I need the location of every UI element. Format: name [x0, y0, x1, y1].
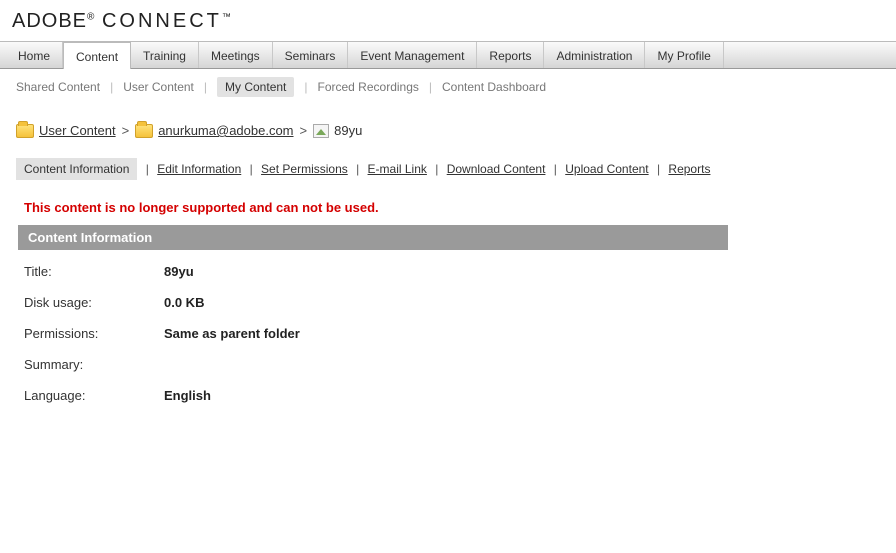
main-tab-content[interactable]: Content: [63, 42, 131, 69]
info-row: Disk usage:0.0 KB: [18, 287, 878, 318]
action-set-permissions[interactable]: Set Permissions: [261, 162, 348, 176]
section-header: Content Information: [18, 225, 728, 250]
file-icon: [313, 124, 329, 138]
sub-nav: Shared Content | User Content | My Content | F…: [0, 69, 896, 105]
main-tab-home[interactable]: Home: [6, 42, 63, 68]
warning-message: This content is no longer supported and …: [0, 186, 896, 225]
subnav-separator: |: [110, 80, 113, 94]
info-row: Title:89yu: [18, 256, 878, 287]
main-tab-my-profile[interactable]: My Profile: [645, 42, 723, 68]
main-tab-reports[interactable]: Reports: [477, 42, 544, 68]
brand-name: ADOBE: [12, 10, 87, 32]
info-value: 89yu: [164, 264, 194, 279]
action-reports[interactable]: Reports: [668, 162, 710, 176]
info-row: Permissions:Same as parent folder: [18, 318, 878, 349]
folder-icon: [135, 124, 153, 138]
breadcrumb-item: 89yu: [334, 123, 362, 138]
breadcrumb-separator: >: [300, 123, 308, 138]
main-tab-event-management[interactable]: Event Management: [348, 42, 477, 68]
info-value: 0.0 KB: [164, 295, 204, 310]
subnav-separator: |: [304, 80, 307, 94]
action-separator: |: [142, 162, 152, 176]
info-label: Disk usage:: [24, 295, 164, 310]
brand-product: CONNECT: [102, 10, 222, 32]
subnav-item-my-content[interactable]: My Content: [217, 77, 294, 97]
info-row: Language:English: [18, 380, 878, 411]
action-separator: |: [550, 162, 560, 176]
action-separator: |: [654, 162, 664, 176]
action-bar: Content Information | Edit Information |…: [0, 152, 896, 186]
content-info-table: Title:89yuDisk usage:0.0 KBPermissions:S…: [18, 256, 878, 411]
main-nav: HomeContentTrainingMeetingsSeminarsEvent…: [0, 41, 896, 69]
action-separator: |: [432, 162, 442, 176]
info-value: English: [164, 388, 211, 403]
breadcrumb: User Content > anurkuma@adobe.com >89yu: [0, 105, 896, 152]
main-tab-administration[interactable]: Administration: [544, 42, 645, 68]
subnav-item-forced-recordings[interactable]: Forced Recordings: [318, 80, 419, 94]
brand-logo: ADOBE® CONNECT™: [0, 0, 896, 41]
main-tab-training[interactable]: Training: [131, 42, 199, 68]
main-tab-seminars[interactable]: Seminars: [273, 42, 349, 68]
action-e-mail-link[interactable]: E-mail Link: [368, 162, 427, 176]
info-value: Same as parent folder: [164, 326, 300, 341]
action-separator: |: [353, 162, 363, 176]
info-label: Title:: [24, 264, 164, 279]
subnav-item-shared-content[interactable]: Shared Content: [16, 80, 100, 94]
action-separator: |: [246, 162, 256, 176]
subnav-item-user-content[interactable]: User Content: [123, 80, 194, 94]
breadcrumb-item[interactable]: anurkuma@adobe.com: [158, 123, 293, 138]
info-label: Summary:: [24, 357, 164, 372]
info-row: Summary:: [18, 349, 878, 380]
subnav-separator: |: [204, 80, 207, 94]
action-upload-content[interactable]: Upload Content: [565, 162, 648, 176]
info-label: Language:: [24, 388, 164, 403]
info-label: Permissions:: [24, 326, 164, 341]
breadcrumb-separator: >: [122, 123, 130, 138]
action-download-content[interactable]: Download Content: [447, 162, 546, 176]
action-content-information[interactable]: Content Information: [16, 158, 137, 180]
folder-icon: [16, 124, 34, 138]
subnav-separator: |: [429, 80, 432, 94]
subnav-item-content-dashboard[interactable]: Content Dashboard: [442, 80, 546, 94]
action-edit-information[interactable]: Edit Information: [157, 162, 241, 176]
main-tab-meetings[interactable]: Meetings: [199, 42, 273, 68]
breadcrumb-item[interactable]: User Content: [39, 123, 116, 138]
